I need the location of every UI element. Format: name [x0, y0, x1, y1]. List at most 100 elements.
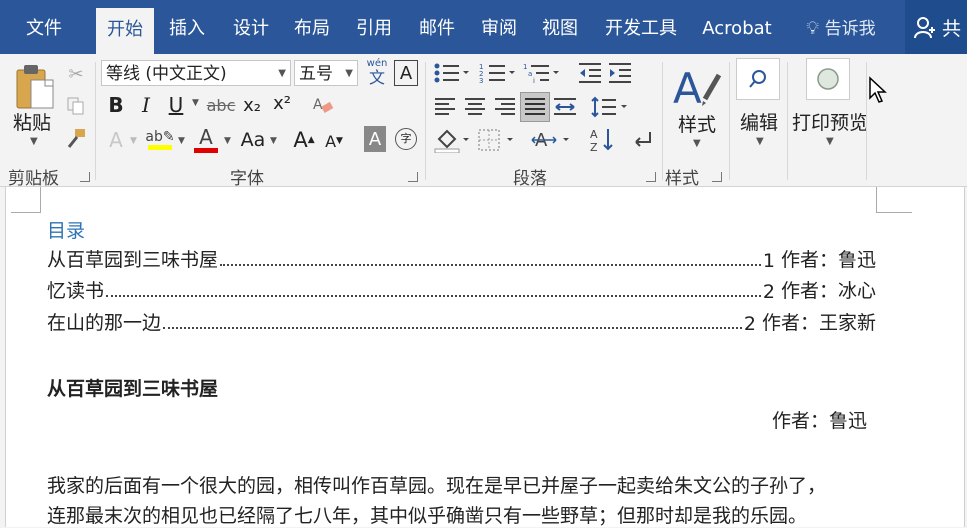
section-author: 作者：鲁迅: [771, 410, 867, 432]
font-launcher-icon[interactable]: [408, 172, 418, 182]
format-painter-icon[interactable]: [64, 126, 88, 150]
tab-acrobat[interactable]: Acrobat: [694, 0, 780, 54]
shading-button[interactable]: [432, 126, 472, 154]
text-effects-icon: A: [109, 128, 123, 152]
toc-entry[interactable]: 忆读书 2 作者：冰心: [47, 275, 876, 303]
multilevel-list-button[interactable]: 1ai: [522, 60, 562, 86]
margin-mark: [876, 187, 877, 212]
paint-bucket-icon: [434, 129, 469, 153]
italic-button[interactable]: I: [136, 92, 156, 118]
paste-icon: [16, 65, 54, 109]
bold-button[interactable]: B: [106, 92, 126, 118]
text-effects-caret[interactable]: ▼: [130, 136, 137, 146]
margin-mark: [11, 212, 41, 213]
highlight-button[interactable]: ab✎: [145, 124, 175, 154]
paragraph-line: 我家的后面有一个很大的园，相传叫作百草园。现在是早已并屋子一起卖给朱文公的子孙了…: [47, 475, 827, 497]
sort-button[interactable]: AZ: [588, 126, 616, 154]
phonetic-guide-button[interactable]: wén 文: [366, 58, 388, 87]
increase-indent-button[interactable]: [606, 60, 634, 86]
tell-me-box[interactable]: 💡︎ 告诉我: [792, 0, 890, 54]
shrink-font-button[interactable]: A ▼: [322, 128, 346, 154]
justify-button[interactable]: [520, 92, 550, 122]
font-color-dropdown-caret[interactable]: ▼: [224, 136, 231, 146]
styles-icon: A: [673, 64, 722, 111]
font-color-button[interactable]: A: [192, 124, 220, 154]
tab-developer[interactable]: 开发工具: [596, 0, 686, 54]
bullets-button[interactable]: [432, 60, 472, 86]
tab-mailings[interactable]: 邮件: [408, 0, 466, 54]
svg-text:i: i: [533, 77, 535, 84]
paste-dropdown-caret[interactable]: ▼: [30, 136, 38, 147]
change-case-caret[interactable]: ▼: [270, 136, 277, 146]
group-separator: [662, 62, 663, 180]
align-left-button[interactable]: [432, 94, 458, 120]
char-border-button[interactable]: A: [394, 60, 418, 86]
toc-entry-author: 作者：鲁迅: [780, 249, 876, 271]
underline-button[interactable]: U: [166, 92, 186, 118]
superscript-button[interactable]: x²: [270, 90, 294, 116]
find-button[interactable]: [736, 58, 780, 100]
align-center-button[interactable]: [462, 94, 488, 120]
copy-icon[interactable]: [64, 94, 88, 118]
paragraph-launcher-icon[interactable]: [646, 172, 656, 182]
tab-insert[interactable]: 插入: [158, 0, 216, 54]
subscript-button[interactable]: x₂: [240, 92, 264, 118]
tab-references[interactable]: 引用: [345, 0, 403, 54]
char-shading-button[interactable]: A: [364, 126, 386, 152]
distributed-button[interactable]: [552, 94, 578, 120]
document-page[interactable]: 目录 从百草园到三味书屋 1 作者：鲁迅 忆读书 2 作者：冰心 在山的那一边 …: [5, 187, 965, 527]
tab-design[interactable]: 设计: [222, 0, 280, 54]
editing-dropdown-caret[interactable]: ▼: [756, 136, 764, 147]
styles-launcher-icon[interactable]: [712, 172, 722, 182]
clipboard-launcher-icon[interactable]: [80, 172, 90, 182]
toc-entry[interactable]: 在山的那一边 2 作者：王家新: [47, 307, 876, 335]
margin-mark: [876, 212, 912, 213]
borders-button[interactable]: [476, 126, 518, 154]
enclosed-char-icon: 字: [395, 128, 417, 150]
tab-layout[interactable]: 布局: [283, 0, 341, 54]
grow-font-button[interactable]: A ▲: [292, 126, 316, 154]
distributed-icon: [554, 98, 576, 115]
strikethrough-button[interactable]: abc: [206, 92, 236, 118]
styles-button[interactable]: A: [670, 60, 724, 112]
cut-icon[interactable]: ✂: [64, 62, 88, 86]
tab-home[interactable]: 开始: [96, 8, 154, 54]
font-color-icon: A: [199, 124, 213, 149]
toc-entry-author: 作者：冰心: [780, 280, 876, 302]
paste-label: 粘贴: [13, 112, 52, 134]
change-case-button[interactable]: Aa: [238, 126, 268, 154]
styles-dropdown-caret[interactable]: ▼: [693, 138, 701, 149]
print-preview-icon: [817, 68, 839, 90]
print-preview-button[interactable]: [806, 58, 850, 100]
toc-entry[interactable]: 从百草园到三味书屋 1 作者：鲁迅: [47, 244, 876, 272]
tab-view[interactable]: 视图: [531, 0, 589, 54]
person-icon: [914, 17, 935, 39]
bullet-list-icon: [434, 63, 469, 83]
font-size-dropdown[interactable]: 五号 ▼: [294, 60, 358, 86]
char-border-icon: A: [399, 62, 413, 84]
highlight-dropdown-caret[interactable]: ▼: [178, 136, 185, 146]
numbering-button[interactable]: 123: [478, 60, 518, 86]
multilevel-list-icon: 1ai: [523, 63, 559, 84]
font-name-dropdown[interactable]: 等线 (中文正文) ▼: [101, 60, 291, 86]
align-right-icon: [495, 98, 515, 115]
text-effects-button[interactable]: A: [104, 126, 128, 154]
align-right-button[interactable]: [492, 94, 518, 120]
tab-review[interactable]: 审阅: [470, 0, 528, 54]
highlight-color-swatch: [148, 144, 172, 150]
underline-dropdown-caret[interactable]: ▼: [192, 98, 199, 108]
clear-formatting-button[interactable]: A: [310, 92, 336, 118]
asian-layout-button[interactable]: A: [530, 126, 574, 154]
editing-label[interactable]: 编辑: [740, 108, 778, 135]
print-preview-label[interactable]: 打印预览: [792, 108, 868, 135]
copy-icon-shape: [67, 97, 84, 115]
tab-file[interactable]: 文件: [0, 0, 88, 54]
decrease-indent-button[interactable]: [576, 60, 604, 86]
show-marks-button[interactable]: [628, 126, 656, 154]
print-preview-dropdown-caret[interactable]: ▼: [826, 136, 834, 147]
enclose-char-button[interactable]: 字: [394, 126, 418, 152]
line-spacing-button[interactable]: [590, 94, 630, 120]
svg-text:Z: Z: [590, 141, 598, 153]
share-button[interactable]: 共: [905, 0, 967, 54]
toc-leader-dots: [106, 294, 761, 297]
